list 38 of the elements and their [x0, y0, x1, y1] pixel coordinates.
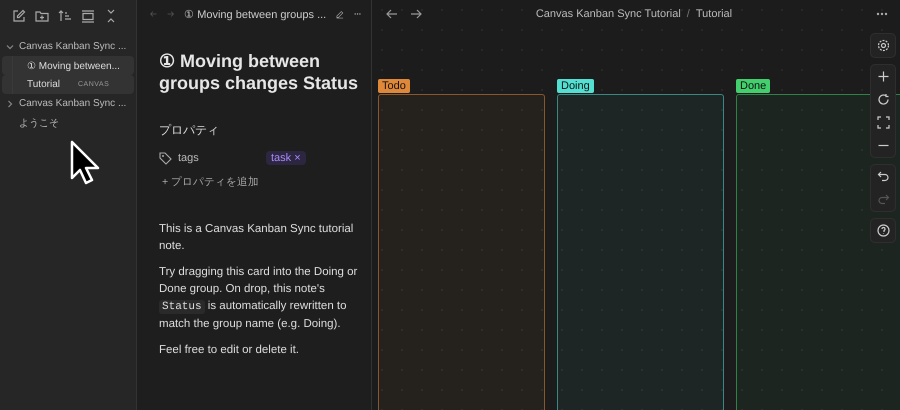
help-icon	[876, 224, 890, 237]
paragraph: This is a Canvas Kanban Sync tutorial note.	[159, 222, 354, 254]
more-icon[interactable]	[876, 12, 888, 16]
paragraph: Feel free to edit or delete it.	[159, 343, 300, 358]
group-label[interactable]: Done	[736, 79, 770, 93]
folder-item[interactable]: ようこそ	[2, 113, 134, 132]
folder-item[interactable]: Canvas Kanban Sync ...	[2, 94, 134, 113]
properties-heading: プロパティ	[159, 122, 220, 139]
chevron-icon[interactable]	[6, 42, 14, 50]
tag-pill[interactable]: task ×	[266, 151, 306, 165]
gear-icon	[876, 39, 890, 52]
property-name: tags	[178, 152, 200, 164]
more-icon[interactable]	[354, 12, 361, 16]
plus-icon	[876, 70, 890, 83]
group-label[interactable]: Todo	[378, 79, 410, 93]
tag-icon	[159, 152, 172, 164]
chevron-icon[interactable]	[6, 100, 14, 108]
panel-icon[interactable]	[81, 9, 95, 23]
file-item[interactable]: ① Moving between...	[2, 56, 134, 75]
refresh-icon	[876, 93, 890, 106]
folder-item[interactable]: Canvas Kanban Sync ...	[2, 37, 134, 56]
note-title: ① Moving between groups ...	[184, 8, 326, 20]
breadcrumb[interactable]: Canvas Kanban Sync Tutorial	[536, 8, 681, 20]
paragraph: Try dragging this card into the Doing or Done group. On drop, this note's Status is automatically rewritten to match the group name (e.g. Doing).	[159, 265, 358, 332]
note-heading: ① Moving between groups changes Status	[159, 50, 360, 94]
breadcrumb[interactable]: Tutorial	[696, 8, 732, 20]
new-note-icon[interactable]	[12, 9, 26, 23]
back-icon[interactable]	[386, 8, 398, 20]
fullscreen-icon	[876, 116, 890, 129]
sort-icon[interactable]	[58, 9, 72, 23]
undo-icon	[876, 170, 890, 183]
group-label[interactable]: Doing	[557, 79, 594, 93]
add-property-button[interactable]: + プロパティを追加	[162, 175, 363, 189]
forward-icon[interactable]	[410, 8, 422, 20]
breadcrumb-separator: /	[686, 8, 690, 20]
new-folder-icon[interactable]	[35, 9, 49, 23]
redo-icon	[876, 193, 890, 206]
mouse-pointer-icon	[70, 140, 102, 186]
